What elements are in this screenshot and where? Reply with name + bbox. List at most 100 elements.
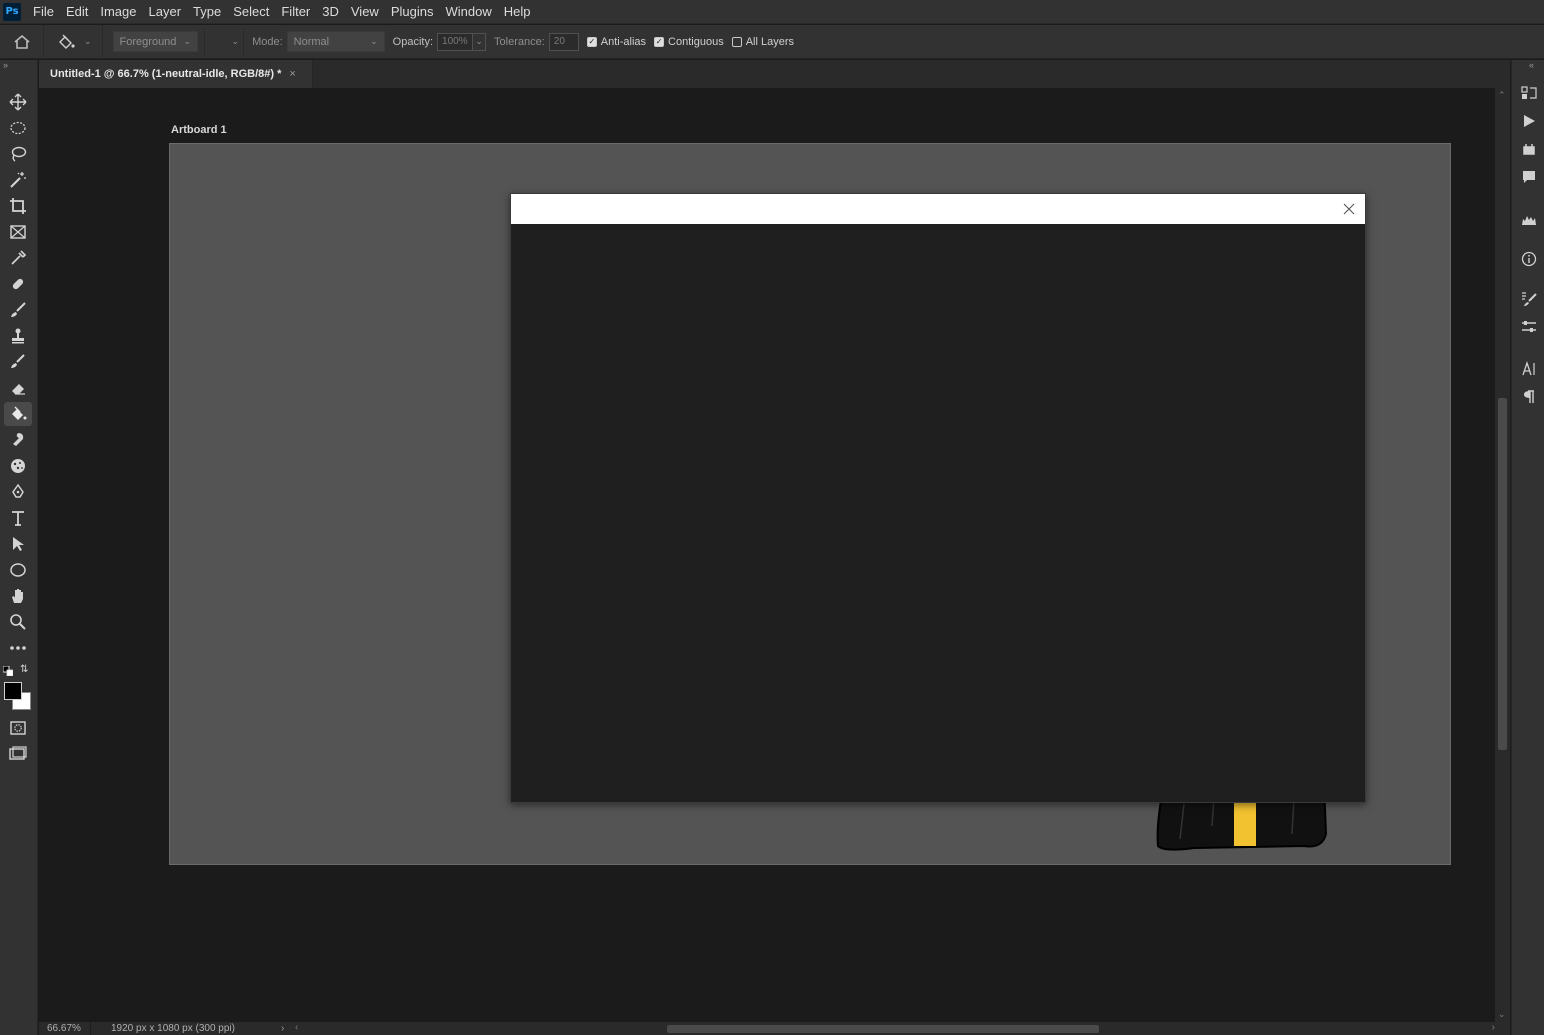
path-selection-tool[interactable] — [4, 532, 32, 556]
tolerance-input[interactable]: 20 — [548, 32, 579, 51]
tool-preset-picker[interactable]: ⌄ — [44, 24, 103, 59]
edit-toolbar-button[interactable] — [4, 636, 32, 660]
modal-close-button[interactable] — [1341, 201, 1357, 217]
opacity-input[interactable]: 100% — [437, 32, 474, 51]
paragraph-panel-button[interactable] — [1520, 388, 1538, 406]
ellipse-tool[interactable] — [4, 558, 32, 582]
collapse-panel-icon[interactable]: » — [0, 60, 37, 72]
menu-select[interactable]: Select — [227, 0, 275, 24]
hand-icon — [12, 589, 23, 603]
healing-brush-tool[interactable] — [4, 272, 32, 296]
opacity-label: Opacity: — [392, 35, 434, 48]
plugin-icon — [1523, 144, 1535, 155]
character-panel-button[interactable] — [1520, 360, 1538, 378]
scroll-down-icon[interactable]: ⌄ — [1498, 1009, 1506, 1020]
menu-image[interactable]: Image — [94, 0, 142, 24]
all-layers-checkbox[interactable]: All Layers — [731, 36, 794, 48]
vertical-scroll-thumb[interactable] — [1498, 398, 1507, 750]
magic-wand-tool[interactable] — [4, 168, 32, 192]
eraser-icon — [12, 384, 25, 395]
tolerance-label: Tolerance: — [494, 35, 545, 48]
antialias-label: Anti-alias — [600, 35, 647, 48]
sliders-icon — [1522, 321, 1536, 332]
magic-wand-icon — [10, 172, 26, 188]
histogram-panel-button[interactable] — [1520, 210, 1538, 228]
paint-bucket-tool[interactable] — [4, 402, 32, 426]
lasso-icon — [11, 146, 27, 162]
pen-tool[interactable] — [4, 480, 32, 504]
photoshop-logo: Ps — [3, 2, 21, 21]
eraser-tool[interactable] — [4, 376, 32, 400]
type-tool[interactable] — [4, 506, 32, 530]
plugins-panel-button[interactable] — [1520, 140, 1538, 158]
clone-stamp-tool[interactable] — [4, 324, 32, 348]
menu-file[interactable]: File — [27, 0, 60, 24]
contiguous-checkbox[interactable]: ✓ Contiguous — [654, 36, 724, 48]
home-button[interactable] — [0, 24, 44, 59]
history-icon — [1521, 86, 1537, 99]
smudge-tool[interactable] — [4, 428, 32, 452]
brush-tool[interactable] — [4, 298, 32, 322]
paint-bucket-icon — [59, 34, 75, 49]
menu-window[interactable]: Window — [439, 0, 497, 24]
close-icon — [1343, 203, 1355, 215]
menu-edit[interactable]: Edit — [60, 0, 94, 24]
quick-mask-button[interactable] — [4, 716, 32, 740]
frame-tool[interactable] — [4, 220, 32, 244]
artboard-label[interactable]: Artboard 1 — [171, 124, 227, 136]
antialias-checkbox[interactable]: ✓ Anti-alias — [586, 35, 647, 48]
crop-tool[interactable] — [4, 194, 32, 218]
menu-type[interactable]: Type — [187, 0, 227, 24]
sponge-tool[interactable] — [4, 454, 32, 478]
status-menu-icon[interactable]: › — [281, 1023, 295, 1034]
scroll-right-icon[interactable]: › — [1492, 1022, 1495, 1033]
default-colors-icon[interactable] — [2, 665, 14, 677]
more-tools-icon — [10, 646, 26, 650]
ellipse-icon — [10, 563, 26, 577]
expand-panels-icon[interactable]: « — [1529, 60, 1534, 70]
fill-source-value: Foreground — [119, 35, 177, 48]
document-info: 1920 px x 1080 px (300 ppi) — [111, 1023, 235, 1034]
move-tool[interactable] — [4, 90, 32, 114]
chevron-down-icon: ⌄ — [183, 36, 192, 46]
screen-mode-button[interactable] — [4, 742, 32, 766]
foreground-color-swatch[interactable] — [4, 682, 22, 700]
document-tab[interactable]: Untitled-1 @ 66.7% (1-neutral-idle, RGB/… — [39, 60, 313, 88]
history-panel-button[interactable] — [1520, 84, 1538, 102]
marquee-tool[interactable] — [4, 116, 32, 140]
info-panel-button[interactable] — [1520, 250, 1538, 268]
hand-tool[interactable] — [4, 584, 32, 608]
horizontal-scrollbar[interactable]: ‹ › — [295, 1022, 1495, 1035]
pattern-picker[interactable]: ⌄ — [204, 27, 245, 56]
zoom-level-field[interactable]: 66.67% — [39, 1022, 91, 1035]
path-selection-icon — [13, 537, 24, 551]
vertical-scrollbar[interactable]: ⌃ ⌄ — [1495, 88, 1510, 1022]
brush-settings-icon — [1522, 292, 1537, 306]
history-brush-tool[interactable] — [4, 350, 32, 374]
fill-source-select[interactable]: Foreground ⌄ — [112, 31, 199, 52]
mode-select[interactable]: Normal ⌄ — [286, 31, 385, 52]
scroll-up-icon[interactable]: ⌃ — [1498, 90, 1506, 101]
crop-icon — [10, 198, 26, 214]
modal-dialog — [510, 193, 1366, 803]
menu-help[interactable]: Help — [498, 0, 537, 24]
menu-3d[interactable]: 3D — [316, 0, 345, 24]
modal-body — [511, 224, 1365, 802]
opacity-dropdown[interactable]: ⌄ — [473, 32, 487, 51]
eyedropper-tool[interactable] — [4, 246, 32, 270]
swap-colors-icon[interactable]: ⇅ — [20, 664, 32, 676]
actions-panel-button[interactable] — [1520, 112, 1538, 130]
menu-view[interactable]: View — [345, 0, 385, 24]
close-tab-icon[interactable]: × — [289, 68, 295, 80]
adjustments-panel-button[interactable] — [1520, 318, 1538, 336]
horizontal-scroll-thumb[interactable] — [667, 1025, 1099, 1033]
checkbox-unchecked-icon — [731, 36, 742, 47]
lasso-tool[interactable] — [4, 142, 32, 166]
menu-plugins[interactable]: Plugins — [385, 0, 440, 24]
menu-layer[interactable]: Layer — [143, 0, 188, 24]
zoom-tool[interactable] — [4, 610, 32, 634]
menu-filter[interactable]: Filter — [275, 0, 316, 24]
brush-settings-panel-button[interactable] — [1520, 290, 1538, 308]
scroll-left-icon[interactable]: ‹ — [295, 1022, 298, 1033]
comments-panel-button[interactable] — [1520, 168, 1538, 186]
